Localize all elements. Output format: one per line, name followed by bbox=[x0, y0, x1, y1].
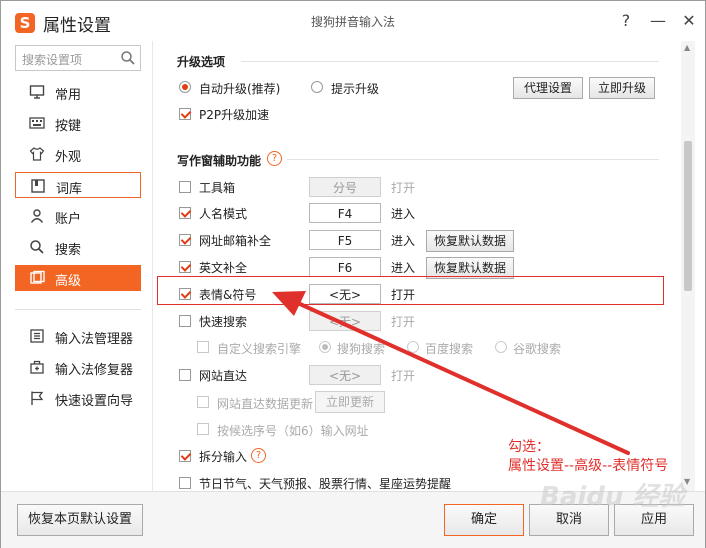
annotation-text: 勾选： 属性设置--高级--表情符号 bbox=[508, 438, 668, 476]
annotation-line-1: 勾选： bbox=[508, 439, 550, 455]
baidu-watermark: Baidu 经验 bbox=[540, 482, 685, 512]
annotation-line-2: 属性设置--高级--表情符号 bbox=[508, 458, 669, 474]
